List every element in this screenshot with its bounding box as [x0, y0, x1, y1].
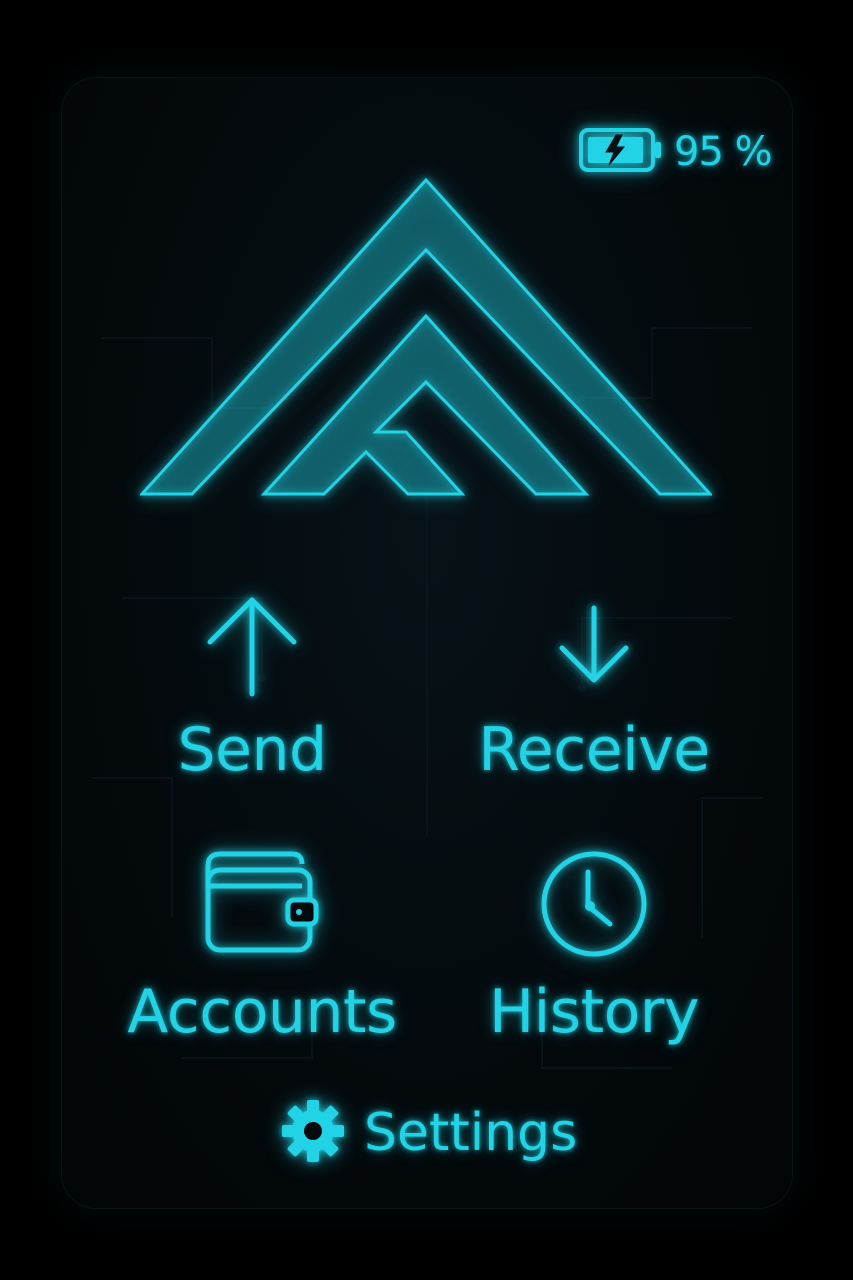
battery-percentage: 95 % — [674, 129, 773, 175]
accounts-button[interactable]: Accounts — [122, 848, 402, 1042]
clock-icon — [538, 848, 650, 960]
battery-charging-icon — [578, 126, 664, 178]
arrow-down-icon — [554, 590, 634, 698]
wallet-icon — [202, 848, 322, 960]
battery-status: 95 % — [578, 126, 773, 178]
gear-icon — [280, 1098, 346, 1168]
send-label: Send — [177, 715, 327, 785]
settings-label: Settings — [364, 1103, 578, 1163]
wallet-device-screen: 95 % Send Receive Accounts History Setti… — [62, 78, 792, 1208]
history-button[interactable]: History — [462, 848, 726, 1042]
receive-button[interactable]: Receive — [462, 590, 726, 780]
chevron-mountain-logo — [140, 178, 712, 496]
send-button[interactable]: Send — [132, 590, 372, 780]
receive-label: Receive — [478, 715, 710, 785]
accounts-label: Accounts — [127, 977, 397, 1047]
history-label: History — [489, 977, 699, 1047]
arrow-up-icon — [202, 590, 302, 698]
settings-button[interactable]: Settings — [280, 1098, 577, 1168]
